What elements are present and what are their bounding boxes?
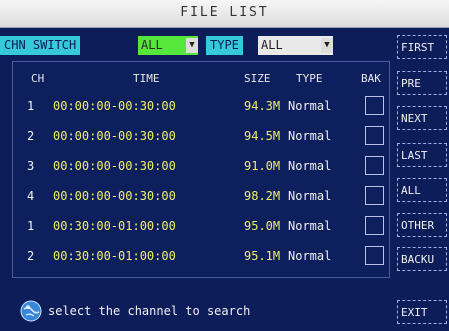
row-type: Normal [288,129,332,143]
table-row[interactable]: 4 00:00:00-00:30:00 98.2M Normal [13,182,391,212]
row-size: 91.0M [244,159,281,173]
info-globe-icon [20,300,42,322]
backup-checkbox[interactable] [365,96,384,115]
next-button[interactable]: NEXT [397,106,447,130]
exit-button[interactable]: EXIT [397,300,447,324]
row-time: 00:00:00-00:30:00 [53,189,176,203]
table-row[interactable]: 1 00:30:00-01:00:00 95.0M Normal [13,212,391,242]
row-type: Normal [288,159,332,173]
row-type: Normal [288,189,332,203]
row-size: 95.0M [244,219,281,233]
title-bar: FILE LIST [0,0,449,28]
row-time: 00:30:00-01:00:00 [53,249,176,263]
channel-switch-label: CHN SWITCH [0,36,81,55]
backup-checkbox[interactable] [365,186,384,205]
backup-checkbox[interactable] [365,156,384,175]
row-channel: 4 [27,189,35,203]
page-title: FILE LIST [180,5,269,20]
row-size: 95.1M [244,249,281,263]
row-channel: 2 [27,249,35,263]
last-button[interactable]: LAST [397,143,447,167]
row-channel: 1 [27,99,35,113]
dvr-screen: FILE LIST CHN SWITCH ALL ▼ TYPE ALL ▼ CH… [0,0,449,331]
row-channel: 1 [27,219,35,233]
row-channel: 3 [27,159,35,173]
channel-select[interactable]: ALL ▼ [138,36,198,55]
column-header-time: TIME [133,72,160,85]
row-size: 94.3M [244,99,281,113]
all-button[interactable]: ALL [397,178,447,202]
first-button[interactable]: FIRST [397,35,447,59]
row-time: 00:00:00-00:30:00 [53,159,176,173]
type-label: TYPE [206,36,243,55]
status-message: select the channel to search [48,304,251,318]
other-button[interactable]: OTHER [397,213,447,237]
row-type: Normal [288,249,332,263]
chevron-down-icon: ▼ [321,38,333,53]
row-type: Normal [288,219,332,233]
column-header-type: TYPE [296,72,323,85]
file-list-table: CH TIME SIZE TYPE BAK 1 00:00:00-00:30:0… [12,61,390,278]
status-bar: select the channel to search [20,300,390,324]
table-row[interactable]: 2 00:00:00-00:30:00 94.5M Normal [13,122,391,152]
row-size: 94.5M [244,129,281,143]
table-row[interactable]: 3 00:00:00-00:30:00 91.0M Normal [13,152,391,182]
row-size: 98.2M [244,189,281,203]
table-row[interactable]: 2 00:30:00-01:00:00 95.1M Normal [13,242,391,272]
backup-checkbox[interactable] [365,126,384,145]
backup-button[interactable]: BACKU [397,247,447,271]
row-time: 00:00:00-00:30:00 [53,99,176,113]
backup-checkbox[interactable] [365,246,384,265]
row-time: 00:30:00-01:00:00 [53,219,176,233]
column-header-ch: CH [31,72,45,85]
type-select[interactable]: ALL ▼ [258,36,333,55]
type-select-value: ALL [261,38,283,52]
row-time: 00:00:00-00:30:00 [53,129,176,143]
row-channel: 2 [27,129,35,143]
table-row[interactable]: 1 00:00:00-00:30:00 94.3M Normal [13,92,391,122]
filter-bar: CHN SWITCH ALL ▼ TYPE ALL ▼ [0,33,390,57]
chevron-down-icon: ▼ [186,38,198,53]
pre-button[interactable]: PRE [397,71,447,95]
column-header-bak: BAK [361,72,381,85]
channel-select-value: ALL [141,38,163,52]
row-type: Normal [288,99,332,113]
column-header-size: SIZE [244,72,271,85]
backup-checkbox[interactable] [365,216,384,235]
